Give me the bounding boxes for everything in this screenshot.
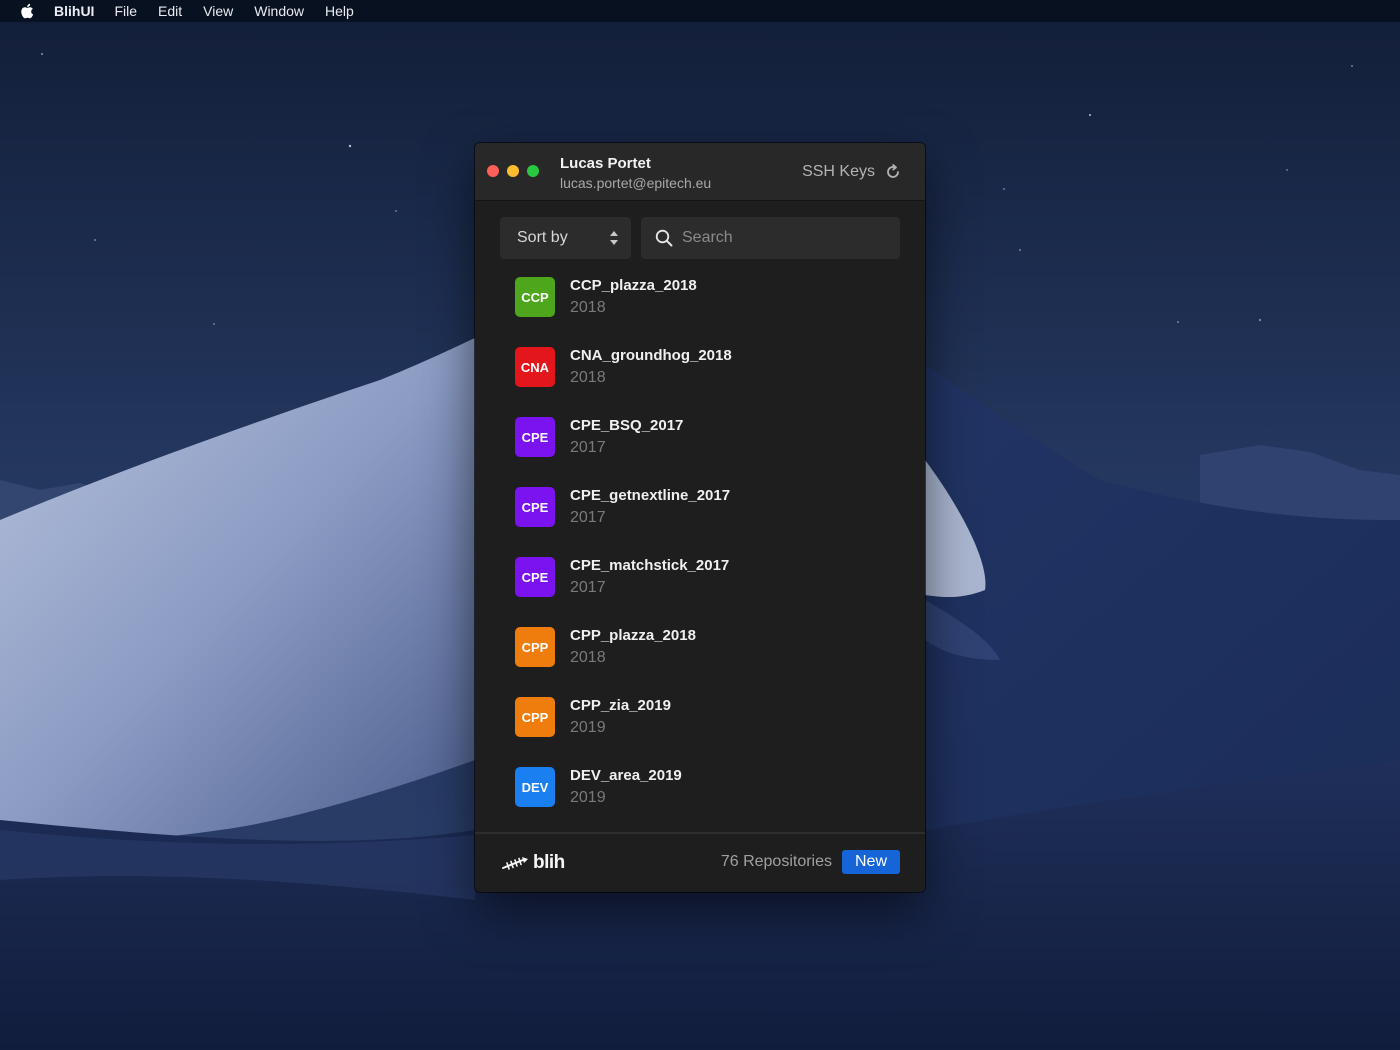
repo-list-item[interactable]: CNA CNA_groundhog_2018 2018 [475, 337, 925, 407]
repo-list-item[interactable]: CPE CPE_matchstick_2017 2017 [475, 547, 925, 617]
footer: blih 76 Repositories New [475, 832, 925, 892]
repo-year: 2019 [570, 789, 606, 806]
repository-list: CCP CCP_plazza_2018 2018 CNA CNA_groundh… [475, 267, 925, 832]
repo-badge: CPE [515, 487, 555, 527]
title-bar: Lucas Portet lucas.portet@epitech.eu SSH… [475, 143, 925, 201]
repo-badge: CPP [515, 697, 555, 737]
repo-year: 2018 [570, 649, 606, 666]
search-input[interactable] [682, 217, 887, 259]
maximize-window-button[interactable] [527, 165, 539, 177]
menu-window[interactable]: Window [254, 0, 304, 22]
updown-arrows-icon [609, 231, 619, 245]
logo-text: blih [533, 852, 565, 873]
app-window: Lucas Portet lucas.portet@epitech.eu SSH… [475, 143, 925, 892]
menu-app-name[interactable]: BlihUI [54, 0, 94, 22]
refresh-icon[interactable] [885, 164, 901, 180]
repo-list-item[interactable]: CPP CPP_zia_2019 2019 [475, 687, 925, 757]
repo-badge: DEV [515, 767, 555, 807]
repo-name: CCP_plazza_2018 [570, 277, 697, 294]
repo-badge: CNA [515, 347, 555, 387]
repo-year: 2017 [570, 439, 606, 456]
minimize-window-button[interactable] [507, 165, 519, 177]
menu-bar: BlihUI File Edit View Window Help [0, 0, 1400, 22]
menu-file[interactable]: File [114, 0, 137, 22]
repo-list-item[interactable]: CPE CPE_BSQ_2017 2017 [475, 407, 925, 477]
repo-badge: CPP [515, 627, 555, 667]
repo-name: CPE_matchstick_2017 [570, 557, 730, 574]
search-box[interactable] [641, 217, 900, 259]
repo-list-item[interactable]: CPE CPE_getnextline_2017 2017 [475, 477, 925, 547]
menu-view[interactable]: View [203, 0, 233, 22]
repo-year: 2017 [570, 579, 606, 596]
repo-year: 2017 [570, 509, 606, 526]
menu-help[interactable]: Help [325, 0, 354, 22]
repo-name: CPE_BSQ_2017 [570, 417, 684, 434]
desktop: BlihUI File Edit View Window Help Lucas … [0, 0, 1400, 1050]
user-email: lucas.portet@epitech.eu [560, 175, 712, 191]
sort-by-select[interactable]: Sort by [500, 217, 631, 259]
close-window-button[interactable] [487, 165, 499, 177]
repo-year: 2018 [570, 299, 606, 316]
sort-by-label: Sort by [517, 229, 568, 246]
repo-year: 2018 [570, 369, 606, 386]
user-name: Lucas Portet [560, 155, 651, 172]
blih-logo: blih [501, 852, 571, 874]
repo-badge: CPE [515, 557, 555, 597]
repo-list-item[interactable]: CCP CCP_plazza_2018 2018 [475, 267, 925, 337]
ssh-keys-button[interactable]: SSH Keys [802, 163, 875, 181]
repo-name: CPP_zia_2019 [570, 697, 671, 714]
repo-badge: CPE [515, 417, 555, 457]
apple-icon[interactable] [20, 3, 34, 19]
repo-name: CPP_plazza_2018 [570, 627, 696, 644]
menu-edit[interactable]: Edit [158, 0, 182, 22]
repo-list-item[interactable]: CPP CPP_plazza_2018 2018 [475, 617, 925, 687]
repo-name: DEV_area_2019 [570, 767, 682, 784]
fish-bone-icon [502, 857, 528, 870]
repo-year: 2019 [570, 719, 606, 736]
search-icon [655, 229, 673, 247]
repo-name: CNA_groundhog_2018 [570, 347, 732, 364]
repo-name: CPE_getnextline_2017 [570, 487, 731, 504]
repo-list-item[interactable]: DEV DEV_area_2019 2019 [475, 757, 925, 827]
repo-badge: CCP [515, 277, 555, 317]
repository-count: 76 Repositories [720, 853, 832, 870]
new-repository-button[interactable]: New [842, 850, 900, 874]
